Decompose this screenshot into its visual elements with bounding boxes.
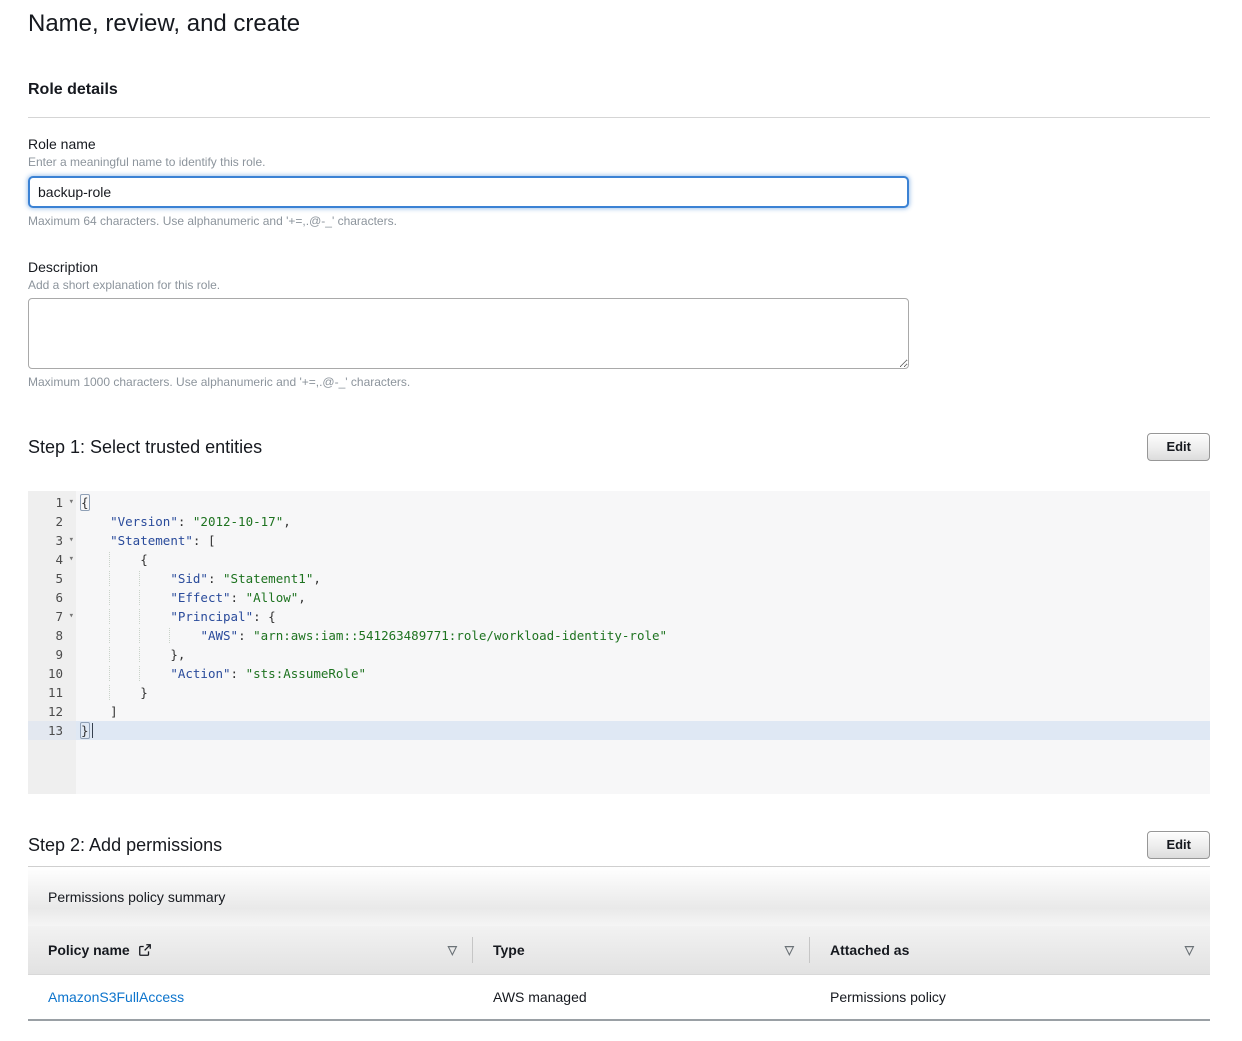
editor-code-line: "Principal": { <box>76 607 1210 626</box>
editor-line-number: 1▾ <box>28 493 76 512</box>
fold-arrow-icon[interactable]: ▾ <box>69 531 74 550</box>
external-link-icon <box>138 943 152 957</box>
editor-line-number: 8 <box>28 626 76 645</box>
editor-line-number: 12 <box>28 702 76 721</box>
role-name-input[interactable] <box>28 176 909 208</box>
editor-code-line: "Effect": "Allow", <box>76 588 1210 607</box>
step2-header-row: Step 2: Add permissions Edit <box>28 831 1210 859</box>
description-textarea[interactable] <box>28 298 909 369</box>
editor-code-line: { <box>76 493 1210 512</box>
policy-name-cell: AmazonS3FullAccess <box>28 974 473 1020</box>
editor-code-line: "Statement": [ <box>76 531 1210 550</box>
step2-heading: Step 2: Add permissions <box>28 834 222 856</box>
description-label: Description <box>28 259 1210 276</box>
role-name-hint: Enter a meaningful name to identify this… <box>28 155 1210 170</box>
column-header-attached-as: Attached as ▽ <box>810 926 1210 974</box>
editor-gutter: 1▾23▾4▾567▾8910111213 <box>28 491 76 794</box>
column-header-type: Type ▽ <box>473 926 810 974</box>
editor-line-number: 6 <box>28 588 76 607</box>
policy-type-cell: AWS managed <box>473 974 810 1020</box>
permissions-policy-panel: Permissions policy summary Policy name▽T… <box>28 866 1210 1021</box>
edit-trusted-entities-button[interactable]: Edit <box>1147 433 1210 461</box>
perm-table-body: AmazonS3FullAccess AWS managedPermissions… <box>28 974 1210 1020</box>
description-hint: Add a short explanation for this role. <box>28 278 1210 293</box>
filter-dropdown-icon[interactable]: ▽ <box>785 943 794 957</box>
column-header-label: Attached as <box>830 942 909 958</box>
permissions-panel-title: Permissions policy summary <box>28 867 1210 926</box>
filter-dropdown-icon[interactable]: ▽ <box>448 943 457 957</box>
editor-line-number: 4▾ <box>28 550 76 569</box>
page: Name, review, and create Role details Ro… <box>0 0 1242 1041</box>
policy-json-editor[interactable]: 1▾23▾4▾567▾8910111213 { "Version": "2012… <box>28 491 1210 794</box>
description-helper: Maximum 1000 characters. Use alphanumeri… <box>28 375 1210 390</box>
text-cursor <box>92 723 93 738</box>
editor-code-line: } <box>76 721 1210 740</box>
editor-line-number: 9 <box>28 645 76 664</box>
editor-line-number: 10 <box>28 664 76 683</box>
editor-code-line: "AWS": "arn:aws:iam::541263489771:role/w… <box>76 626 1210 645</box>
editor-line-number: 11 <box>28 683 76 702</box>
fold-arrow-icon[interactable]: ▾ <box>69 550 74 569</box>
editor-code-line: "Action": "sts:AssumeRole" <box>76 664 1210 683</box>
column-header-label: Type <box>493 942 525 958</box>
editor-code-line: { <box>76 550 1210 569</box>
role-details-heading: Role details <box>28 80 1210 99</box>
editor-line-number: 5 <box>28 569 76 588</box>
attached-as-cell: Permissions policy <box>810 974 1210 1020</box>
fold-arrow-icon[interactable]: ▾ <box>69 493 74 512</box>
permissions-table: Policy name ▽ Type ▽ Attached as ▽ AmazonS3Fu… <box>28 926 1210 1021</box>
editor-line-number: 3▾ <box>28 531 76 550</box>
editor-code-line: }, <box>76 645 1210 664</box>
role-name-helper: Maximum 64 characters. Use alphanumeric … <box>28 214 1210 229</box>
editor-code-line: ] <box>76 702 1210 721</box>
editor-code: { "Version": "2012-10-17", "Statement": … <box>76 491 1210 794</box>
table-row: AmazonS3FullAccess AWS managedPermissions… <box>28 974 1210 1020</box>
step1-header-row: Step 1: Select trusted entities Edit <box>28 433 1210 461</box>
role-name-label: Role name <box>28 136 1210 153</box>
column-header-policy-name: Policy name ▽ <box>28 926 473 974</box>
editor-line-number: 7▾ <box>28 607 76 626</box>
page-title: Name, review, and create <box>28 10 1210 38</box>
column-header-label: Policy name <box>48 942 130 958</box>
edit-permissions-button[interactable]: Edit <box>1147 831 1210 859</box>
divider <box>28 117 1210 118</box>
editor-line-number: 2 <box>28 512 76 531</box>
filter-dropdown-icon[interactable]: ▽ <box>1185 943 1194 957</box>
editor-line-number: 13 <box>28 721 76 740</box>
step1-heading: Step 1: Select trusted entities <box>28 436 262 458</box>
editor-code-line: "Sid": "Statement1", <box>76 569 1210 588</box>
fold-arrow-icon[interactable]: ▾ <box>69 607 74 626</box>
policy-name-link[interactable]: AmazonS3FullAccess <box>48 989 184 1005</box>
editor-code-line: "Version": "2012-10-17", <box>76 512 1210 531</box>
editor-code-line: } <box>76 683 1210 702</box>
perm-table-header-row: Policy name ▽ Type ▽ Attached as ▽ <box>28 926 1210 974</box>
